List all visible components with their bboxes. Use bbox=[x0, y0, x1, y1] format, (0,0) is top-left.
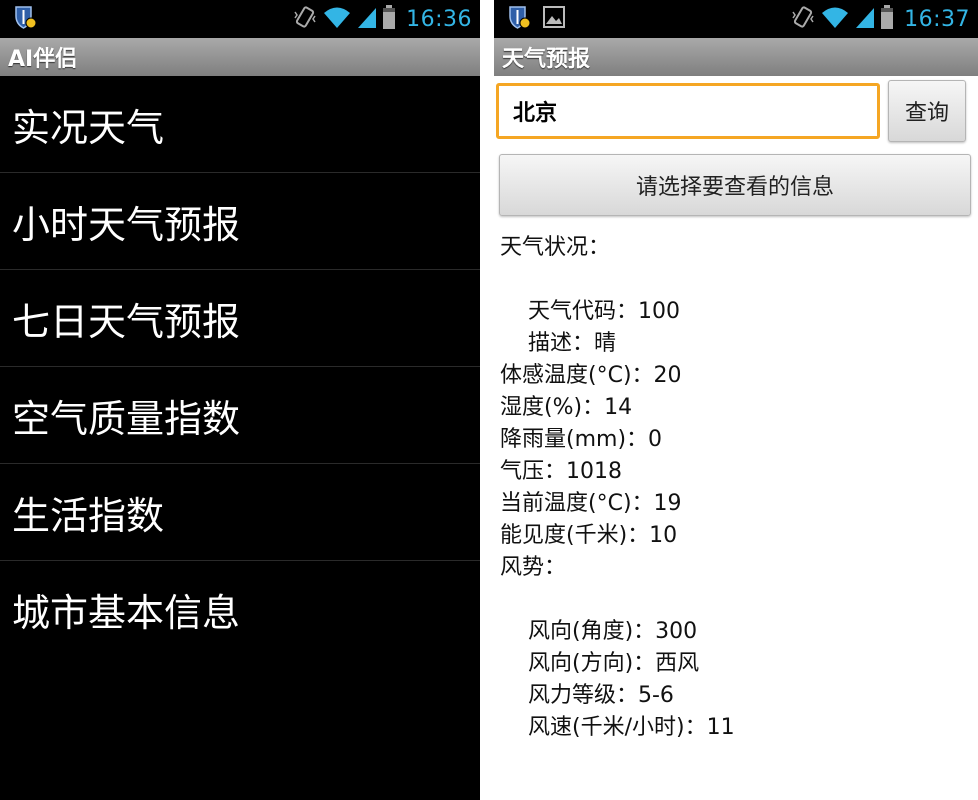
visibility: 能见度(千米)：10 bbox=[500, 523, 678, 548]
shield-icon bbox=[506, 4, 532, 34]
query-button[interactable]: 查询 bbox=[888, 80, 966, 142]
menu-item-city-info[interactable]: 城市基本信息 bbox=[0, 561, 480, 657]
wind-header: 风势： bbox=[500, 555, 567, 580]
status-clock: 16:36 bbox=[406, 6, 472, 32]
vibrate-icon bbox=[292, 4, 318, 34]
app-title: 天气预报 bbox=[494, 38, 978, 76]
signal-icon bbox=[854, 4, 876, 34]
status-bar: 16:36 bbox=[0, 0, 480, 38]
weather-status-header: 天气状况： bbox=[500, 235, 611, 260]
wifi-icon bbox=[322, 4, 352, 34]
menu-item-life-index[interactable]: 生活指数 bbox=[0, 464, 480, 561]
shield-icon bbox=[12, 4, 38, 34]
wind-direction: 风向(方向)：西风 bbox=[528, 651, 700, 676]
menu-item-seven-day-forecast[interactable]: 七日天气预报 bbox=[0, 270, 480, 367]
menu-item-air-quality[interactable]: 空气质量指数 bbox=[0, 367, 480, 464]
status-bar: 16:37 bbox=[494, 0, 978, 38]
battery-icon bbox=[880, 4, 894, 34]
wifi-icon bbox=[820, 4, 850, 34]
weather-info: 天气状况： 天气代码：100 描述：晴 体感温度(°C)：20 湿度(%)：14… bbox=[494, 216, 978, 744]
image-icon bbox=[542, 5, 566, 33]
weather-description: 描述：晴 bbox=[528, 331, 617, 356]
current-temp: 当前温度(°C)：19 bbox=[500, 491, 682, 516]
wind-speed: 风速(千米/小时)：11 bbox=[528, 715, 735, 740]
info-select-button[interactable]: 请选择要查看的信息 bbox=[499, 154, 971, 216]
humidity: 湿度(%)：14 bbox=[500, 395, 633, 420]
signal-icon bbox=[356, 4, 378, 34]
menu-item-label: 城市基本信息 bbox=[12, 590, 241, 635]
wind-direction-degree: 风向(角度)：300 bbox=[528, 619, 698, 644]
menu-item-live-weather[interactable]: 实况天气 bbox=[0, 76, 480, 173]
precipitation: 降雨量(mm)：0 bbox=[500, 427, 663, 452]
city-input[interactable] bbox=[496, 83, 880, 139]
menu-item-label: 小时天气预报 bbox=[12, 202, 241, 247]
app-title: AI伴侣 bbox=[0, 38, 480, 76]
feels-like-temp: 体感温度(°C)：20 bbox=[500, 363, 682, 388]
menu-item-label: 实况天气 bbox=[12, 105, 165, 150]
menu-item-label: 空气质量指数 bbox=[12, 396, 241, 441]
menu-item-label: 七日天气预报 bbox=[12, 299, 241, 344]
vibrate-icon bbox=[790, 4, 816, 34]
battery-icon bbox=[382, 4, 396, 34]
pressure: 气压：1018 bbox=[500, 459, 622, 484]
weather-code: 天气代码：100 bbox=[528, 299, 680, 324]
menu-item-label: 生活指数 bbox=[12, 493, 165, 538]
wind-scale: 风力等级：5-6 bbox=[528, 683, 674, 708]
left-screen: 16:36 AI伴侣 实况天气 小时天气预报 七日天气预报 空气质量指数 生活指… bbox=[0, 0, 480, 800]
status-clock: 16:37 bbox=[904, 6, 970, 32]
city-query-row: 查询 bbox=[494, 76, 978, 142]
right-screen: 16:37 天气预报 查询 请选择要查看的信息 天气状况： 天气代码：100 描… bbox=[494, 0, 978, 800]
main-menu: 实况天气 小时天气预报 七日天气预报 空气质量指数 生活指数 城市基本信息 bbox=[0, 76, 480, 657]
menu-item-hourly-forecast[interactable]: 小时天气预报 bbox=[0, 173, 480, 270]
